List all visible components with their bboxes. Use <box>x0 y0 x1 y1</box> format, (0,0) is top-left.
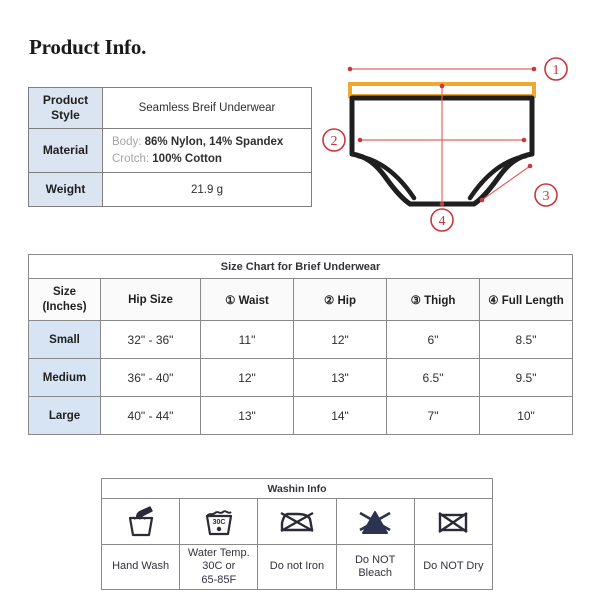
diagram-marker-1-label: 1 <box>553 63 560 78</box>
table-row: Weight 21.9 g <box>28 172 312 208</box>
wash-info-title: Washin Info <box>101 478 493 499</box>
cell-small-full-length: 8.5" <box>478 320 574 359</box>
water-temp-icon-text: 30C <box>212 519 225 526</box>
weight-label: Weight <box>28 172 103 208</box>
column-header-size-line2: (Inches) <box>42 300 87 313</box>
size-chart-table: Size Chart for Brief Underwear Size (Inc… <box>27 254 574 435</box>
column-header-full-length: ④ Full Length <box>478 278 574 321</box>
wash-label-hand-wash-line1: Hand Wash <box>112 560 170 573</box>
cell-large-hip-size: 40" - 44" <box>100 396 201 435</box>
wash-label-water-temp-line1: Water Temp. <box>187 547 250 559</box>
wash-icon-cell-do-not-iron <box>257 498 337 545</box>
wash-icon-cell-water-temp: 30C <box>179 498 259 545</box>
product-style-value: Seamless Breif Underwear <box>102 87 312 129</box>
cell-small-hip: 12" <box>293 320 387 359</box>
wash-label-water-temp-line2: 30C or <box>202 560 236 573</box>
do-not-dry-icon <box>438 511 469 533</box>
material-label: Material <box>28 127 103 174</box>
wash-label-do-not-dry-line1: Do NOT Dry <box>423 560 484 573</box>
product-info-sheet: Product Info. Product Style Seamless Bre… <box>0 0 600 600</box>
wash-label-do-not-iron: Do not Iron <box>257 543 337 591</box>
material-crotch-value: 100% Cotton <box>152 152 222 165</box>
material-value: Body: 86% Nylon, 14% Spandex Crotch: 100… <box>102 127 312 174</box>
cell-large-full-length: 10" <box>478 396 574 435</box>
underwear-measurement-diagram: 1 2 3 4 <box>322 57 568 232</box>
column-header-hip: ② Hip <box>293 278 387 321</box>
water-temp-icon: 30C <box>205 509 232 535</box>
wash-label-water-temp-line3: 65-85F <box>201 573 237 586</box>
cell-medium-hip-size: 36" - 40" <box>100 358 201 397</box>
diagram-marker-4: 4 <box>430 208 454 232</box>
diagram-marker-1: 1 <box>544 57 568 81</box>
size-chart-header-row: Size (Inches) Hip Size ① Waist ② Hip ③ T… <box>28 278 574 321</box>
table-row: Small 32" - 36" 11" 12" 6" 8.5" <box>28 320 574 359</box>
material-body-value: 86% Nylon, 14% Spandex <box>144 136 284 148</box>
row-size-small: Small <box>28 320 101 359</box>
wash-label-row: Hand Wash Water Temp. 30C or 65-85F Do n… <box>100 543 494 591</box>
wash-icon-row: 30C <box>100 498 494 545</box>
cell-large-hip: 14" <box>293 396 387 435</box>
wash-icon-cell-do-not-bleach <box>335 498 415 545</box>
cell-medium-hip: 13" <box>293 358 387 397</box>
cell-small-hip-size: 32" - 36" <box>100 320 201 359</box>
cell-small-waist: 11" <box>200 320 294 359</box>
wash-label-do-not-bleach-line2: Bleach <box>358 567 392 580</box>
table-row: Large 40" - 44" 13" 14" 7" 10" <box>28 396 574 435</box>
material-body-line: Body: 86% Nylon, 14% Spandex <box>112 134 307 151</box>
wash-label-do-not-dry: Do NOT Dry <box>413 543 494 591</box>
column-header-hip-size: Hip Size <box>100 278 201 321</box>
cell-medium-full-length: 9.5" <box>478 358 574 397</box>
product-info-table: Product Style Seamless Breif Underwear M… <box>28 87 312 208</box>
diagram-marker-3-label: 3 <box>543 189 550 204</box>
do-not-bleach-icon <box>359 510 391 534</box>
column-header-thigh: ③ Thigh <box>386 278 480 321</box>
cell-small-thigh: 6" <box>386 320 480 359</box>
material-crotch-key: Crotch: <box>112 152 150 165</box>
size-chart-title-row: Size Chart for Brief Underwear <box>27 254 574 279</box>
size-chart-title: Size Chart for Brief Underwear <box>27 254 574 279</box>
diagram-marker-4-label: 4 <box>439 214 446 229</box>
diagram-marker-2-label: 2 <box>331 134 338 149</box>
diagram-marker-3: 3 <box>534 183 558 207</box>
wash-label-do-not-bleach-line1: Do NOT <box>354 553 396 566</box>
wash-label-water-temp: Water Temp. 30C or 65-85F <box>179 543 259 591</box>
row-size-medium: Medium <box>28 358 101 397</box>
column-header-waist: ① Waist <box>200 278 294 321</box>
do-not-iron-icon <box>280 511 314 532</box>
product-style-label-line1: Product <box>42 93 89 107</box>
column-header-size: Size (Inches) <box>28 278 101 321</box>
table-row: Material Body: 86% Nylon, 14% Spandex Cr… <box>28 127 312 174</box>
wash-icon-cell-do-not-dry <box>413 498 494 545</box>
cell-medium-waist: 12" <box>200 358 294 397</box>
cell-large-thigh: 7" <box>386 396 480 435</box>
wash-label-do-not-bleach: Do NOT Bleach <box>335 543 415 591</box>
product-style-label-line2: Style <box>51 108 80 122</box>
column-header-size-line1: Size <box>52 286 76 299</box>
diagram-marker-2: 2 <box>322 128 346 152</box>
product-style-label: Product Style <box>28 87 103 129</box>
table-row: Medium 36" - 40" 12" 13" 6.5" 9.5" <box>28 358 574 397</box>
table-row: Product Style Seamless Breif Underwear <box>28 87 312 129</box>
weight-value: 21.9 g <box>102 172 312 208</box>
material-body-key: Body: <box>112 136 142 148</box>
cell-medium-thigh: 6.5" <box>386 358 480 397</box>
hand-wash-icon <box>128 505 153 536</box>
wash-title-row: Washin Info <box>101 478 493 499</box>
wash-info-table: Washin Info 30C Hand Wash Water Temp. 30… <box>100 478 494 591</box>
page-title: Product Info. <box>29 35 147 59</box>
cell-large-waist: 13" <box>200 396 294 435</box>
wash-label-hand-wash: Hand Wash <box>100 543 181 591</box>
measure-line-1 <box>347 66 537 72</box>
material-crotch-line: Crotch: 100% Cotton <box>112 151 307 168</box>
wash-icon-cell-hand-wash <box>100 498 181 545</box>
row-size-large: Large <box>28 396 101 435</box>
wash-label-do-not-iron-line1: Do not Iron <box>269 560 325 573</box>
